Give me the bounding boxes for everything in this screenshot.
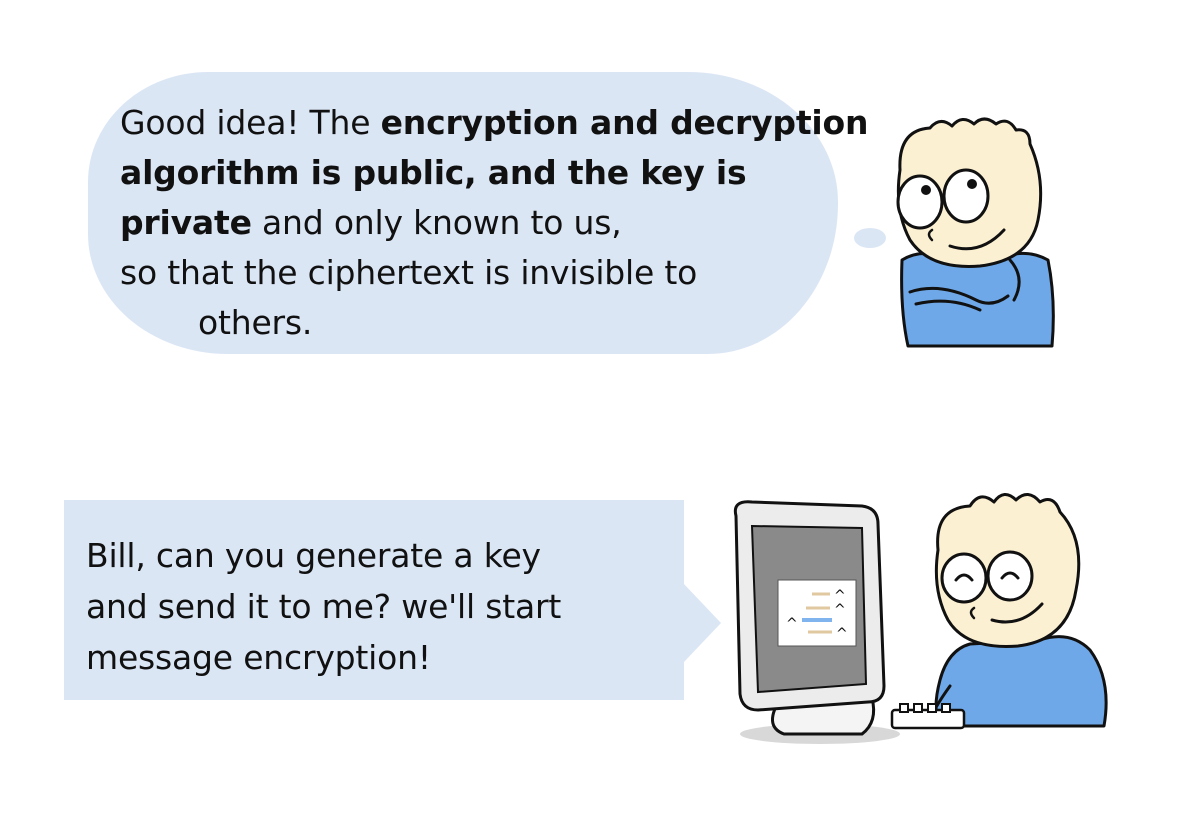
svg-text:^: ^ xyxy=(786,616,798,632)
svg-text:^: ^ xyxy=(836,626,848,642)
bubble-line-4: so that the ciphertext is invisible to xyxy=(120,253,698,292)
bubble-middle: and only known to us, xyxy=(251,203,622,242)
bubble-line-1: Bill, can you generate a key xyxy=(86,536,541,575)
bottom-comic-panel: Bill, can you generate a key and send it… xyxy=(0,440,1181,827)
svg-text:^: ^ xyxy=(834,602,846,618)
speech-bubble-tail xyxy=(683,583,721,663)
computer-monitor-icon: ^ ^ ^ ^ xyxy=(733,500,900,744)
thinking-boy-illustration xyxy=(896,117,1055,348)
speech-bubble-text: Bill, can you generate a key and send it… xyxy=(86,530,666,683)
bubble-line-5: others. xyxy=(198,303,313,342)
typing-boy-illustration xyxy=(926,493,1108,728)
keyboard-icon xyxy=(890,703,966,730)
bubble-line-2: and send it to me? we'll start xyxy=(86,587,562,626)
thought-bubble-text: Good idea! The encryption and decryption… xyxy=(120,98,880,348)
bubble-intro: Good idea! The xyxy=(120,103,381,142)
bubble-line-3: message encryption! xyxy=(86,638,431,677)
top-comic-panel: Good idea! The encryption and decryption… xyxy=(0,0,1181,400)
